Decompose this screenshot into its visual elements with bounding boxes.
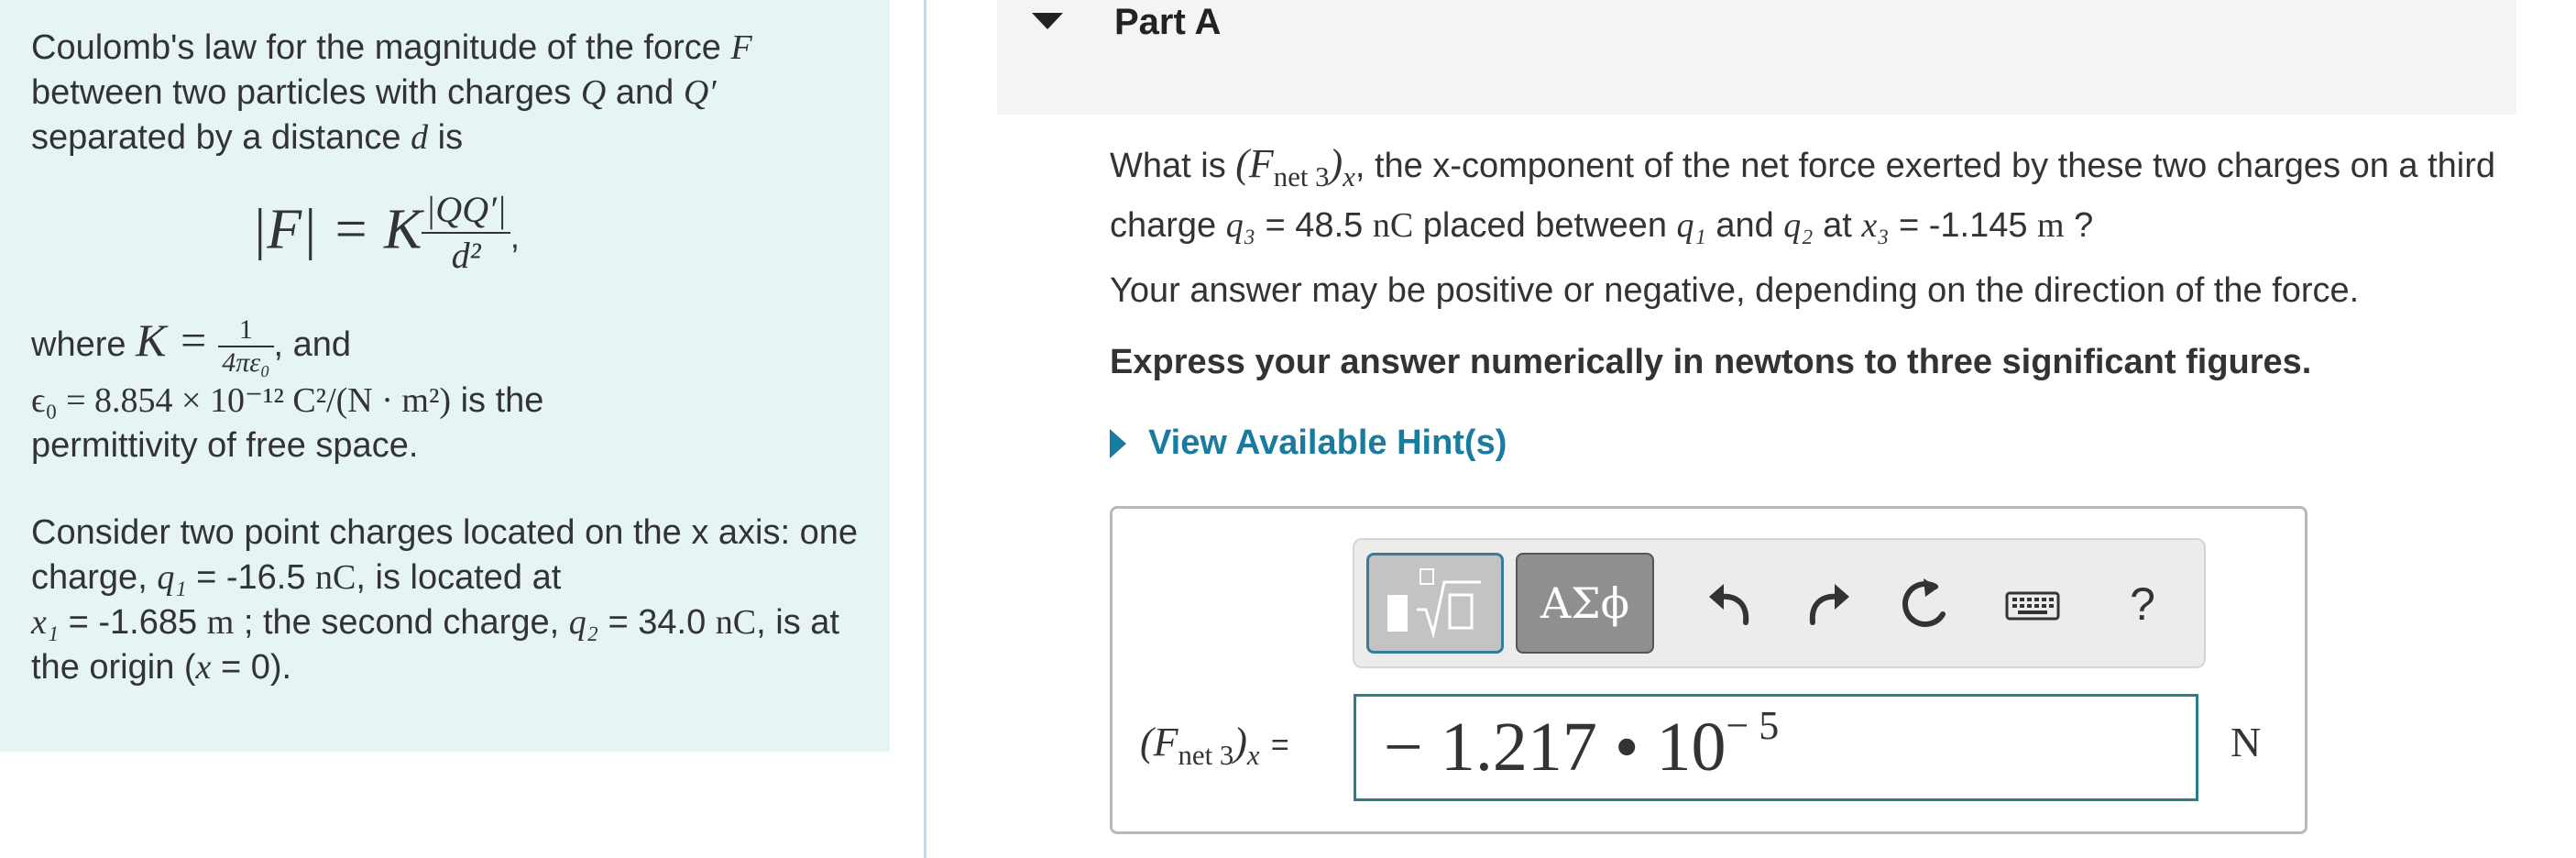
redo-icon[interactable] xyxy=(1802,577,1857,632)
k-definition: where K = 1 4πε₀, and ϵ₀ = 8.854 × 10⁻¹² … xyxy=(31,314,544,465)
instruction-text: Express your answer numerically in newto… xyxy=(1110,343,2312,381)
problem-setup: Consider two point charges located on th… xyxy=(31,513,858,687)
answer-value: − 1.217 • 10− 5 xyxy=(1384,703,1780,786)
answer-input[interactable]: − 1.217 • 10− 5 xyxy=(1354,694,2198,801)
part-title: Part A xyxy=(1114,2,1222,42)
collapse-triangle-icon[interactable] xyxy=(1032,13,1063,29)
question-text: What is (Fnet 3)x, the x-component of th… xyxy=(1110,141,2496,245)
answer-box: ΑΣϕ ? (Fnet 3)x = − 1.217 • 10− 5 N xyxy=(1110,506,2307,834)
answer-label: (Fnet 3)x = xyxy=(1140,720,1289,771)
part-header[interactable]: Part A xyxy=(997,0,2516,115)
reset-icon[interactable] xyxy=(1898,577,1953,632)
view-hints-label: View Available Hint(s) xyxy=(1148,424,1507,462)
template-icon xyxy=(1387,568,1481,639)
coulomb-formula: |F| = K |QQ′| d², xyxy=(251,189,520,276)
help-icon[interactable]: ? xyxy=(2115,577,2170,632)
view-hints-link[interactable]: View Available Hint(s) xyxy=(1110,424,1507,463)
unit-label: N xyxy=(2231,719,2262,765)
panel-divider xyxy=(924,0,926,858)
keyboard-icon[interactable] xyxy=(2005,577,2060,632)
symbols-button[interactable]: ΑΣϕ xyxy=(1516,553,1654,654)
undo-icon[interactable] xyxy=(1702,577,1757,632)
advice-text: Your answer may be positive or negative,… xyxy=(1110,271,2360,310)
intro-text: Coulomb's law for the magnitude of the f… xyxy=(31,28,752,157)
math-toolbar: ΑΣϕ ? xyxy=(1353,538,2206,668)
info-panel: Coulomb's law for the magnitude of the f… xyxy=(0,0,890,752)
expand-triangle-icon xyxy=(1110,428,1126,458)
templates-button[interactable] xyxy=(1366,553,1504,654)
